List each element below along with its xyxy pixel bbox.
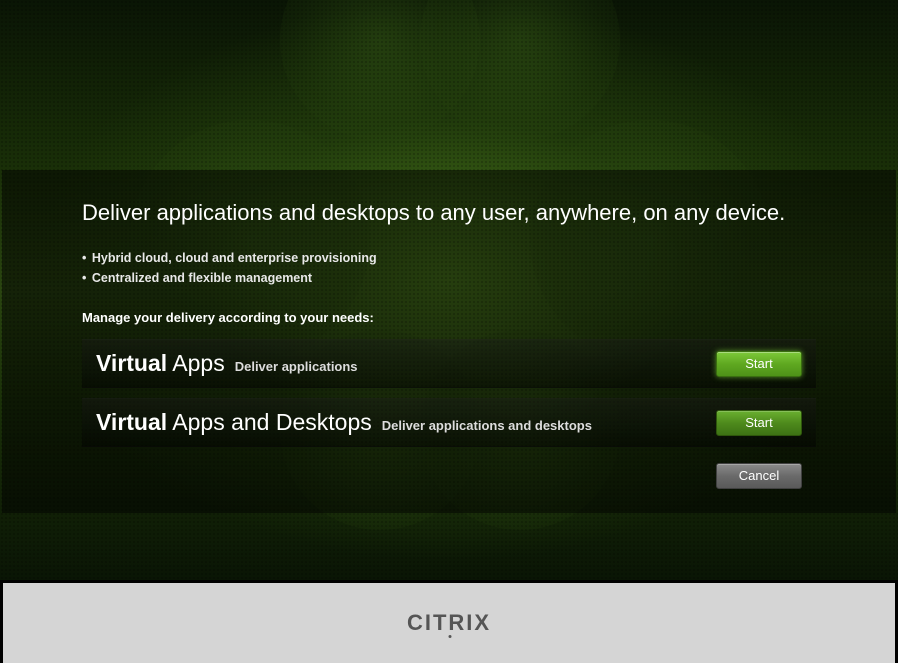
- start-virtual-apps-button[interactable]: Start: [716, 351, 802, 377]
- bullet-item: Hybrid cloud, cloud and enterprise provi…: [82, 248, 816, 268]
- cancel-button[interactable]: Cancel: [716, 463, 802, 489]
- option-title: Virtual Apps and Desktops: [96, 409, 372, 436]
- bullet-item: Centralized and flexible management: [82, 268, 816, 288]
- manage-prompt: Manage your delivery according to your n…: [82, 310, 816, 325]
- feature-bullets: Hybrid cloud, cloud and enterprise provi…: [82, 248, 816, 288]
- footer-bar: CITRIX: [3, 583, 895, 663]
- option-title: Virtual Apps: [96, 350, 225, 377]
- content-panel: Deliver applications and desktops to any…: [2, 170, 896, 513]
- start-virtual-apps-desktops-button[interactable]: Start: [716, 410, 802, 436]
- headline-text: Deliver applications and desktops to any…: [82, 200, 816, 226]
- option-description: Deliver applications: [235, 359, 358, 374]
- installer-background: Deliver applications and desktops to any…: [0, 0, 898, 580]
- option-virtual-apps: Virtual Apps Deliver applications Start: [82, 339, 816, 388]
- citrix-logo: CITRIX: [407, 610, 491, 636]
- option-description: Deliver applications and desktops: [382, 418, 592, 433]
- option-virtual-apps-desktops: Virtual Apps and Desktops Deliver applic…: [82, 398, 816, 447]
